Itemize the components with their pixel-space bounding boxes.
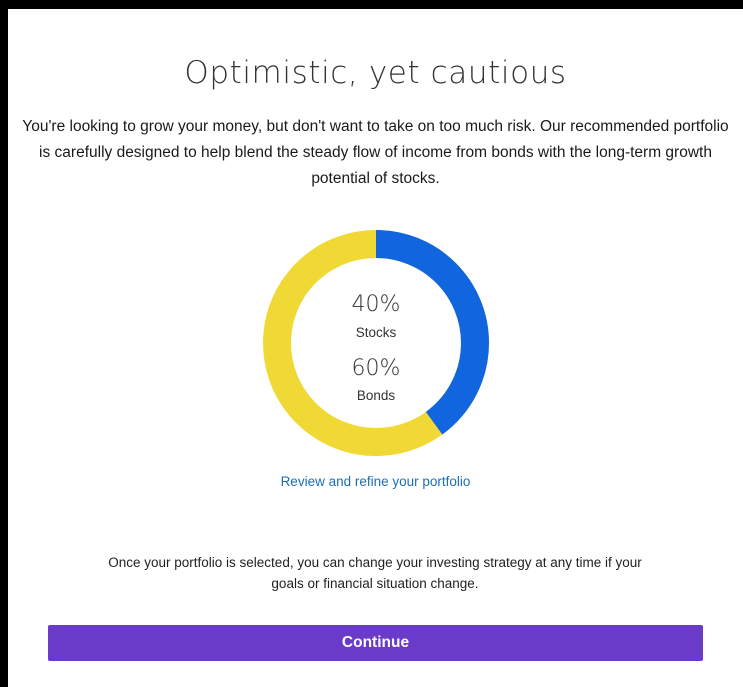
- stocks-percent: 40%: [351, 292, 401, 317]
- stocks-label: Stocks: [355, 325, 397, 340]
- continue-button[interactable]: Continue: [48, 625, 703, 661]
- donut-center-labels: 40% Stocks 60% Bonds: [262, 229, 490, 457]
- portfolio-description: You're looking to grow your money, but d…: [22, 118, 729, 187]
- page-title: Optimistic, yet cautious: [184, 55, 567, 91]
- strategy-note: Once your portfolio is selected, you can…: [108, 555, 642, 591]
- allocation-donut-chart: 40% Stocks 60% Bonds: [262, 229, 490, 457]
- bonds-label: Bonds: [356, 388, 396, 403]
- portfolio-result-panel: Optimistic, yet cautious You're looking …: [8, 9, 743, 687]
- bonds-percent: 60%: [351, 356, 401, 381]
- review-portfolio-link[interactable]: Review and refine your portfolio: [8, 473, 743, 491]
